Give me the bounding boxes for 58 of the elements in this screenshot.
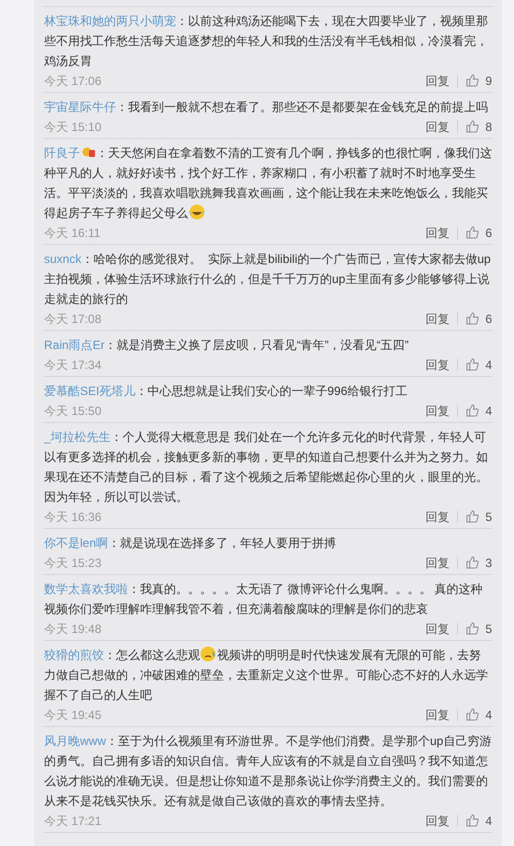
like-button[interactable]: 4 — [466, 356, 492, 374]
reply-button[interactable]: 回复 — [425, 812, 450, 830]
reply-button[interactable]: 回复 — [425, 402, 450, 420]
comment-text: _坷拉松先生：个人觉得大概意思是 我们处在一个允许多元化的时代背景，年轻人可以有更多选择的机会，接触更多新的事物，更早的知道自己想要什么并为之努力。如果现在还不清楚自己的目标，看了这个视频之后希望能燃起你心里的火，眼里的光。因为年轻，所以可以尝试。 — [44, 429, 489, 506]
reply-button[interactable]: 回复 — [425, 310, 450, 328]
like-button[interactable]: 5 — [466, 508, 492, 526]
comment-time: 今天 17:08 — [44, 310, 102, 328]
comment-text: suxnck：哈哈你的感觉很对。 实际上就是bilibili的一个广告而已，宣传大家都去做up主拍视频，体验生活环球旅行什么的，但是千千万万的up主里面有多少能够够得上说走就走的旅行的 — [44, 251, 492, 308]
comment-text: 你不是len啊：就是说现在选择多了，年轻人要用于拼搏 — [44, 535, 338, 552]
reply-button[interactable]: 回复 — [425, 224, 450, 242]
thumbs-up-icon — [466, 622, 480, 635]
thumbs-up-icon — [466, 358, 480, 371]
like-button[interactable]: 9 — [466, 72, 492, 90]
comment-time: 今天 19:45 — [44, 706, 102, 724]
comment-text: 风月晚www：至于为什么视频里有环游世界。不是学他们消费。是学那个up自己穷游的勇气。自己拥有多语的知识自信。青年人应该有的不就是自立自强吗？我不知道怎么说才能说的准确无误。但是想让你知道不是那条说让你学消费主义的。我们需要的从来不是花钱买快乐。还有就是做自己该做的喜欢的事情去坚持。 — [44, 733, 492, 810]
thumbs-up-icon — [466, 226, 480, 239]
comment-time: 今天 17:06 — [44, 72, 102, 90]
thumbs-up-icon — [466, 708, 480, 721]
thumbs-up-icon — [466, 510, 480, 523]
reply-button[interactable]: 回复 — [425, 72, 450, 90]
like-button[interactable]: 6 — [466, 310, 492, 328]
comment-text: 爱慕酷SEI死塔儿：中心思想就是让我们安心的一辈子996给银行打工 — [44, 383, 408, 400]
like-button[interactable]: 4 — [466, 812, 492, 830]
thumbs-up-icon — [466, 120, 480, 133]
reply-button[interactable]: 回复 — [425, 508, 450, 526]
comment-time: 今天 15:23 — [44, 554, 102, 572]
comment-time: 今天 16:36 — [44, 508, 102, 526]
thumbs-up-icon — [466, 814, 480, 827]
like-button[interactable]: 3 — [466, 554, 492, 572]
reply-button[interactable]: 回复 — [425, 356, 450, 374]
comment-text: 宇宙星际牛仔：我看到一般就不想在看了。那些还不是都要架在金钱充足的前提上吗 — [44, 99, 489, 116]
reply-button[interactable]: 回复 — [425, 554, 450, 572]
thumbs-up-icon — [466, 74, 480, 87]
like-button[interactable]: 5 — [466, 620, 492, 638]
medal-badge-icon — [82, 146, 96, 158]
comment-text: 数学太喜欢我啦：我真的。。。。。太无语了 微博评论什么鬼啊。。。。 真的这种视频你们爱咋理解咋理解我管不着，但充满着酸腐味的理解是你们的悲哀 — [44, 581, 484, 618]
laughing-face-icon — [188, 204, 206, 220]
reply-button[interactable]: 回复 — [425, 620, 450, 638]
reply-button[interactable]: 回复 — [425, 706, 450, 724]
like-button[interactable]: 4 — [466, 402, 492, 420]
thumbs-up-icon — [466, 404, 480, 417]
comment-time: 今天 19:48 — [44, 620, 102, 638]
like-button[interactable]: 4 — [466, 706, 492, 724]
comment-time: 今天 16:11 — [44, 224, 100, 242]
thumbs-up-icon — [466, 312, 480, 325]
comment-time: 今天 17:34 — [44, 356, 102, 374]
like-button[interactable]: 6 — [466, 224, 492, 242]
sweating-face-icon — [200, 646, 217, 662]
comment-text: 狡猾的煎饺：怎么都这么悲观 视频讲的明明是时代快速发展有无限的可能，去努力做自己想做的，冲破困难的壁垒，去重新定义这个世界。可能心态不好的人永远学握不了自己的人生吧 — [44, 645, 489, 704]
reply-button[interactable]: 回复 — [425, 118, 450, 136]
comment-text: 林宝珠和她的两只小萌宠：以前这种鸡汤还能喝下去，现在大四要毕业了，视频里那些不用找工作愁生活每天追逐梦想的年轻人和我的生活没有半毛钱相似，冷漠看完，鸡汤反胃 — [44, 13, 489, 70]
like-button[interactable]: 8 — [466, 118, 492, 136]
comment-text: Rain雨点Er：就是消费主义换了层皮呗，只看见“青年”，没看见“五四” — [44, 337, 410, 354]
comment-time: 今天 15:10 — [44, 118, 102, 136]
comment-time: 今天 17:21 — [44, 812, 102, 830]
thumbs-up-icon — [466, 556, 480, 569]
comment-time: 今天 15:50 — [44, 402, 102, 420]
comment-text: 阡良子 ：天天悠闲自在拿着数不清的工资有几个啊，挣钱多的也很忙啊，像我们这种平凡的人，就好好读书，找个好工作，养家糊口，有小积蓄了就时不时地享受生活。平平淡淡的，我喜欢唱歌跳舞我喜欢画画，这个能让我在未来吃饱饭么，我能买得起房子车子养得起父母么 — [44, 145, 492, 222]
